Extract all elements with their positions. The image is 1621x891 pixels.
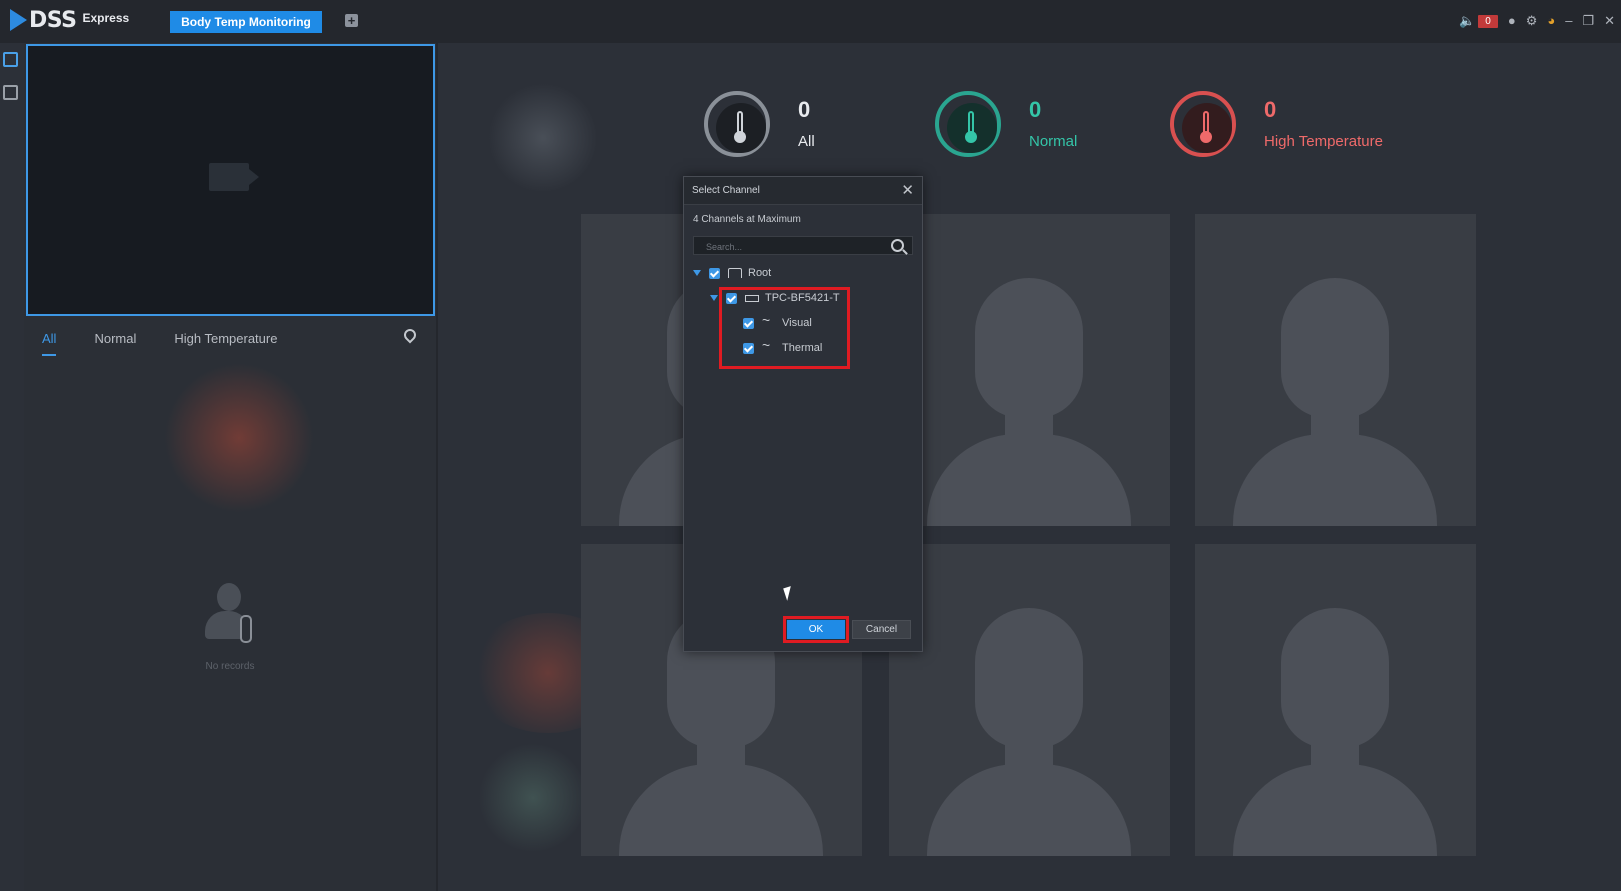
face-card[interactable] bbox=[889, 544, 1170, 856]
close-icon[interactable]: ✕ bbox=[901, 183, 914, 198]
channel-search-box bbox=[693, 236, 913, 256]
face-card[interactable] bbox=[889, 214, 1170, 526]
select-channel-dialog: Select Channel ✕ 4 Channels at Maximum R… bbox=[683, 176, 923, 652]
user-icon[interactable]: ● bbox=[1508, 12, 1516, 30]
no-records-thermometer-icon bbox=[240, 615, 252, 643]
title-bar: DSS Express Body Temp Monitoring + 🔈 0 ●… bbox=[0, 0, 1621, 43]
dialog-header: Select Channel ✕ bbox=[684, 177, 922, 205]
thermometer-gauge-icon bbox=[1170, 91, 1236, 157]
minimize-icon[interactable]: – bbox=[1565, 12, 1572, 30]
add-tab-button[interactable]: + bbox=[345, 14, 358, 27]
tab-high-temperature[interactable]: High Temperature bbox=[174, 331, 277, 356]
stat-high-value: 0 bbox=[1264, 97, 1277, 122]
stat-normal-label: Normal bbox=[1029, 133, 1078, 150]
stat-high-label: High Temperature bbox=[1264, 133, 1383, 150]
logo-mark-icon bbox=[10, 9, 27, 31]
stat-normal-value: 0 bbox=[1029, 97, 1042, 122]
logo-text: DSS bbox=[29, 8, 77, 33]
stat-all-value: 0 bbox=[798, 97, 811, 122]
face-card[interactable] bbox=[1195, 214, 1476, 526]
alarm-count-badge: 0 bbox=[1478, 14, 1498, 28]
ok-button[interactable]: OK bbox=[787, 620, 845, 639]
live-video-window[interactable] bbox=[26, 44, 435, 316]
tree-node-root[interactable]: Root bbox=[693, 267, 771, 279]
thermometer-gauge-icon bbox=[704, 91, 770, 157]
search-input[interactable] bbox=[694, 238, 886, 256]
stat-normal: 0 Normal bbox=[935, 91, 1077, 157]
restore-icon[interactable]: ❐ bbox=[1582, 12, 1594, 30]
speaker-icon: 🔈 bbox=[1459, 13, 1476, 28]
performance-gauge-icon[interactable]: ◕ bbox=[1547, 12, 1555, 30]
chevron-down-icon[interactable] bbox=[710, 295, 718, 301]
location-pin-icon[interactable] bbox=[401, 326, 419, 344]
no-records-person-icon bbox=[205, 583, 249, 653]
highlight-box-channels bbox=[719, 287, 850, 369]
record-filter-tabs: All Normal High Temperature bbox=[42, 331, 277, 356]
chevron-down-icon[interactable] bbox=[693, 270, 701, 276]
close-icon[interactable]: ✕ bbox=[1604, 12, 1615, 30]
root-checkbox[interactable] bbox=[709, 267, 720, 279]
root-label: Root bbox=[748, 267, 772, 279]
thermometer-gauge-icon bbox=[935, 91, 1001, 157]
stat-all: 0 All bbox=[704, 91, 815, 157]
video-placeholder-icon bbox=[209, 163, 259, 191]
dialog-title: Select Channel bbox=[692, 185, 760, 196]
tab-normal[interactable]: Normal bbox=[94, 331, 136, 356]
main-area: 0 All 0 Normal 0 High Temperature bbox=[438, 43, 1621, 891]
channel-limit-hint: 4 Channels at Maximum bbox=[693, 214, 801, 225]
stat-all-label: All bbox=[798, 133, 815, 150]
layout-icon[interactable] bbox=[3, 52, 18, 67]
background-glow bbox=[164, 363, 314, 513]
cancel-button[interactable]: Cancel bbox=[852, 620, 911, 639]
background-glow bbox=[478, 743, 588, 853]
stat-high-temperature: 0 High Temperature bbox=[1170, 91, 1383, 157]
face-card[interactable] bbox=[1195, 544, 1476, 856]
app-logo: DSS Express bbox=[10, 9, 129, 33]
search-icon[interactable] bbox=[891, 239, 904, 252]
left-panel: All Normal High Temperature No records bbox=[24, 43, 438, 891]
alarm-sound-button[interactable]: 🔈 0 bbox=[1459, 12, 1498, 30]
gear-icon[interactable]: ⚙ bbox=[1526, 12, 1538, 30]
tab-body-temp-monitoring[interactable]: Body Temp Monitoring bbox=[170, 11, 322, 33]
no-records-text: No records bbox=[205, 661, 255, 672]
left-rail bbox=[0, 43, 22, 891]
background-glow bbox=[488, 83, 598, 193]
titlebar-controls: 🔈 0 ● ⚙ ◕ – ❐ ✕ bbox=[1459, 12, 1621, 30]
tab-all[interactable]: All bbox=[42, 331, 57, 356]
organization-icon bbox=[728, 268, 742, 278]
logo-subtitle: Express bbox=[82, 11, 130, 25]
record-list-icon[interactable] bbox=[3, 85, 18, 100]
